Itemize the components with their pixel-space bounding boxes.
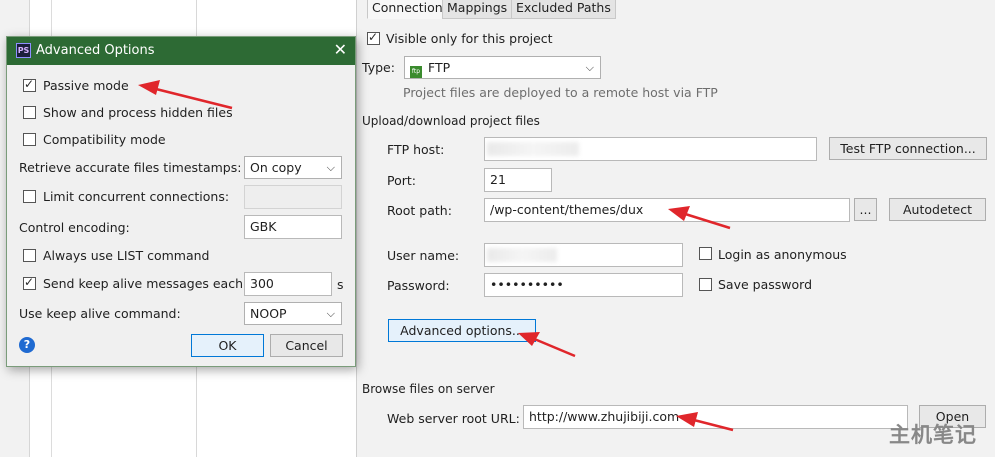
cancel-button[interactable]: Cancel: [270, 334, 343, 357]
advanced-options-dialog: PS Advanced Options ✕ Passive mode Show …: [6, 36, 356, 367]
ftp-host-field[interactable]: [484, 137, 817, 161]
connection-settings-panel: Connection Mappings Excluded Paths Visib…: [357, 0, 995, 457]
type-value: FTP: [428, 60, 451, 75]
password-label: Password:: [387, 278, 450, 293]
timestamps-value: On copy: [250, 160, 302, 175]
timestamps-select[interactable]: On copy ⌵: [244, 156, 342, 179]
passive-mode-label: Passive mode: [43, 78, 129, 93]
section-browse-files: Browse files on server: [362, 382, 495, 396]
always-list-command-checkbox[interactable]: [23, 249, 36, 262]
chevron-down-icon: ⌵: [326, 161, 335, 174]
ftp-icon: ftp: [410, 66, 422, 78]
tab-mappings[interactable]: Mappings: [442, 0, 513, 19]
type-label: Type:: [362, 60, 395, 75]
visible-only-label: Visible only for this project: [386, 31, 553, 46]
chevron-down-icon: ⌵: [585, 61, 594, 74]
dialog-title: Advanced Options: [36, 43, 155, 58]
control-encoding-field[interactable]: GBK: [244, 215, 342, 239]
tab-connection[interactable]: Connection: [367, 0, 448, 19]
keep-alive-command-select[interactable]: NOOP ⌵: [244, 302, 342, 325]
save-password-checkbox[interactable]: [699, 278, 712, 291]
user-name-label: User name:: [387, 248, 460, 263]
type-hint: Project files are deployed to a remote h…: [403, 85, 718, 100]
dialog-title-bar: PS Advanced Options ✕: [7, 37, 355, 65]
root-path-label: Root path:: [387, 203, 452, 218]
section-upload-download: Upload/download project files: [362, 114, 540, 128]
port-label: Port:: [387, 173, 416, 188]
password-field[interactable]: ••••••••••: [484, 273, 683, 297]
keep-alive-command-value: NOOP: [250, 306, 287, 321]
type-select[interactable]: ftp FTP ⌵: [404, 56, 601, 79]
timestamps-label: Retrieve accurate files timestamps:: [19, 160, 242, 175]
limit-connections-label: Limit concurrent connections:: [43, 189, 230, 204]
show-hidden-files-label: Show and process hidden files: [43, 105, 233, 120]
ok-button[interactable]: OK: [191, 334, 264, 357]
port-field[interactable]: 21: [484, 168, 552, 192]
always-list-command-label: Always use LIST command: [43, 248, 210, 263]
keep-alive-interval-field[interactable]: 300: [244, 272, 332, 296]
keep-alive-command-label: Use keep alive command:: [19, 306, 181, 321]
keep-alive-unit: s: [337, 277, 344, 292]
save-password-label: Save password: [718, 277, 813, 292]
show-hidden-files-checkbox[interactable]: [23, 106, 36, 119]
keep-alive-label: Send keep alive messages each:: [43, 276, 248, 291]
user-name-field[interactable]: [484, 243, 683, 267]
help-icon[interactable]: ?: [19, 337, 35, 353]
test-ftp-connection-button[interactable]: Test FTP connection...: [829, 137, 987, 160]
tab-excluded-paths[interactable]: Excluded Paths: [511, 0, 616, 19]
limit-connections-field[interactable]: [244, 185, 342, 209]
login-anonymous-checkbox[interactable]: [699, 247, 712, 260]
browse-root-path-button[interactable]: ...: [854, 198, 877, 221]
control-encoding-label: Control encoding:: [19, 220, 130, 235]
passive-mode-checkbox[interactable]: [23, 77, 36, 92]
root-path-field[interactable]: /wp-content/themes/dux: [484, 198, 850, 222]
web-root-url-label: Web server root URL:: [387, 411, 520, 426]
chevron-down-icon: ⌵: [326, 307, 335, 320]
close-icon[interactable]: ✕: [334, 40, 347, 59]
login-anonymous-label: Login as anonymous: [718, 247, 847, 262]
ftp-host-label: FTP host:: [387, 142, 445, 157]
phpstorm-app-icon: PS: [16, 43, 31, 58]
web-root-url-field[interactable]: http://www.zhujibiji.com: [523, 405, 908, 429]
keep-alive-checkbox[interactable]: [23, 275, 36, 290]
autodetect-button[interactable]: Autodetect: [889, 198, 986, 221]
compatibility-mode-label: Compatibility mode: [43, 132, 166, 147]
limit-connections-checkbox[interactable]: [23, 190, 36, 203]
watermark: 主机笔记: [889, 423, 977, 447]
compatibility-mode-checkbox[interactable]: [23, 133, 36, 146]
visible-only-checkbox[interactable]: [367, 30, 380, 45]
advanced-options-button[interactable]: Advanced options...: [388, 319, 536, 342]
